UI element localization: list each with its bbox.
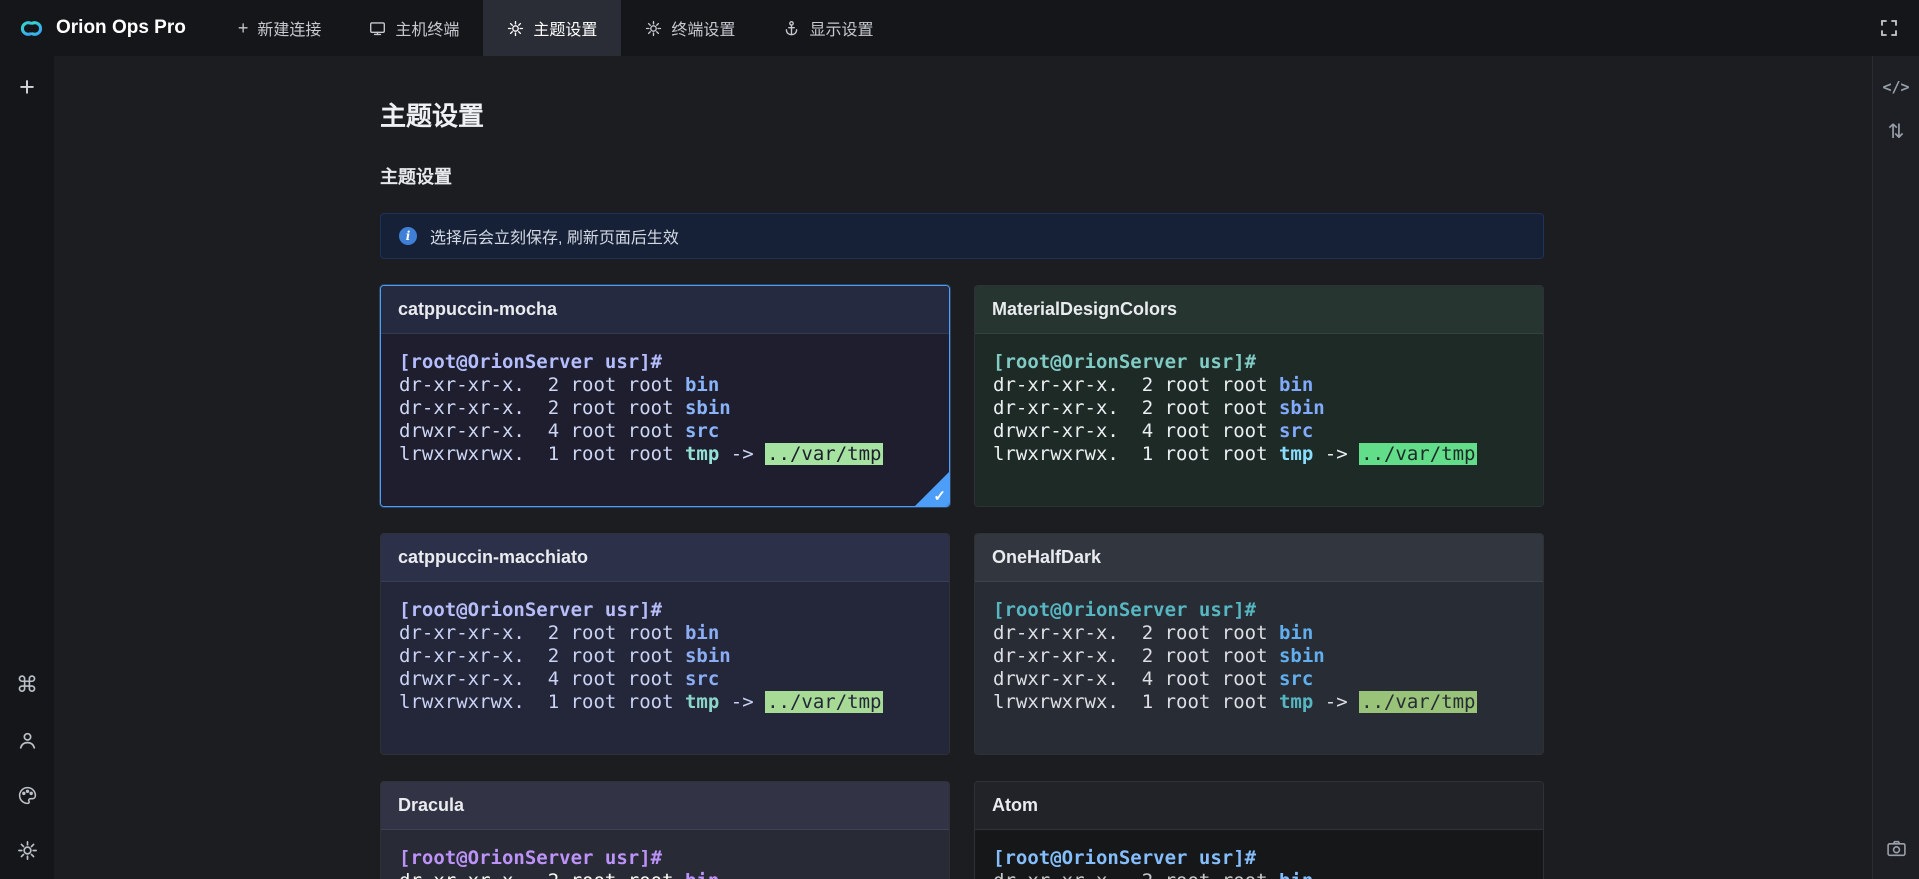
- topbar-actions: [1879, 0, 1919, 56]
- terminal-preview: [root@OrionServer usr]#dr-xr-xr-x. 2 roo…: [975, 582, 1543, 754]
- info-icon: i: [399, 227, 417, 245]
- nav-item-theme-settings[interactable]: 主题设置: [483, 0, 621, 56]
- code-view-button[interactable]: </>: [1881, 72, 1911, 102]
- terminal-preview: [root@OrionServer usr]#dr-xr-xr-x. 2 roo…: [975, 830, 1543, 879]
- terminal-preview: [root@OrionServer usr]#dr-xr-xr-x. 2 roo…: [975, 334, 1543, 506]
- right-sidebar: </> ⇅: [1872, 56, 1919, 879]
- gear-icon: [645, 20, 662, 37]
- gear-icon: [507, 20, 524, 37]
- terminal-preview: [root@OrionServer usr]#dr-xr-xr-x. 2 roo…: [381, 334, 949, 506]
- code-icon: </>: [1882, 78, 1909, 96]
- theme-name: OneHalfDark: [975, 534, 1543, 582]
- theme-button[interactable]: [12, 780, 42, 810]
- theme-name: catppuccin-mocha: [381, 286, 949, 334]
- plus-icon: +: [19, 74, 35, 101]
- page-title: 主题设置: [380, 96, 1544, 133]
- command-icon: ⌘: [16, 674, 38, 696]
- command-shortcuts-button[interactable]: ⌘: [12, 670, 42, 700]
- user-icon: [17, 730, 38, 751]
- info-alert: i 选择后会立刻保存, 刷新页面后生效: [380, 213, 1544, 259]
- camera-icon: [1886, 838, 1907, 859]
- nav-label: 终端设置: [671, 16, 735, 40]
- left-sidebar-bottom: ⌘: [12, 670, 42, 865]
- nav-label: 显示设置: [809, 16, 873, 40]
- plus-icon: +: [238, 19, 249, 37]
- app-logo[interactable]: Orion Ops Pro: [0, 0, 214, 56]
- sort-button[interactable]: ⇅: [1881, 116, 1911, 146]
- terminal-preview: [root@OrionServer usr]#dr-xr-xr-x. 2 roo…: [381, 830, 949, 879]
- theme-card[interactable]: OneHalfDark [root@OrionServer usr]#dr-xr…: [974, 533, 1544, 755]
- screenshot-button[interactable]: [1881, 833, 1911, 863]
- nav-label: 主机终端: [395, 16, 459, 40]
- theme-grid: catppuccin-mocha [root@OrionServer usr]#…: [380, 285, 1544, 879]
- app-title: Orion Ops Pro: [56, 17, 186, 39]
- theme-card[interactable]: Dracula [root@OrionServer usr]#dr-xr-xr-…: [380, 781, 950, 879]
- terminal-preview: [root@OrionServer usr]#dr-xr-xr-x. 2 roo…: [381, 582, 949, 754]
- nav-item-display-settings[interactable]: 显示设置: [759, 0, 897, 56]
- anchor-icon: [783, 20, 800, 37]
- user-button[interactable]: [12, 725, 42, 755]
- logo-icon: [18, 15, 45, 42]
- theme-card[interactable]: catppuccin-macchiato [root@OrionServer u…: [380, 533, 950, 755]
- settings-button[interactable]: [12, 835, 42, 865]
- nav-item-host-terminal[interactable]: 主机终端: [345, 0, 483, 56]
- theme-card[interactable]: Atom [root@OrionServer usr]#dr-xr-xr-x. …: [974, 781, 1544, 879]
- check-icon: ✓: [933, 487, 946, 505]
- theme-name: Atom: [975, 782, 1543, 830]
- main-content: 主题设置 主题设置 i 选择后会立刻保存, 刷新页面后生效 catppuccin…: [54, 56, 1872, 879]
- theme-name: catppuccin-macchiato: [381, 534, 949, 582]
- nav-item-new-connection[interactable]: + 新建连接: [214, 0, 346, 56]
- content-container: 主题设置 主题设置 i 选择后会立刻保存, 刷新页面后生效 catppuccin…: [380, 56, 1544, 879]
- palette-icon: [17, 785, 38, 806]
- nav-label: 新建连接: [257, 16, 321, 40]
- theme-name: MaterialDesignColors: [975, 286, 1543, 334]
- theme-name: Dracula: [381, 782, 949, 830]
- theme-card[interactable]: catppuccin-mocha [root@OrionServer usr]#…: [380, 285, 950, 507]
- gear-icon: [17, 840, 38, 861]
- nav-item-terminal-settings[interactable]: 终端设置: [621, 0, 759, 56]
- alert-text: 选择后会立刻保存, 刷新页面后生效: [430, 224, 679, 248]
- theme-card[interactable]: MaterialDesignColors [root@OrionServer u…: [974, 285, 1544, 507]
- top-navigation-bar: Orion Ops Pro + 新建连接 主机终端 主题设置: [0, 0, 1919, 56]
- section-title: 主题设置: [380, 163, 1544, 189]
- sort-icon: ⇅: [1888, 119, 1905, 144]
- left-sidebar: + ⌘: [0, 56, 54, 879]
- fullscreen-icon[interactable]: [1879, 18, 1899, 38]
- nav-label: 主题设置: [533, 16, 597, 40]
- terminal-monitor-icon: [369, 20, 386, 37]
- add-connection-button[interactable]: +: [12, 72, 42, 102]
- main-nav: + 新建连接 主机终端 主题设置: [214, 0, 898, 56]
